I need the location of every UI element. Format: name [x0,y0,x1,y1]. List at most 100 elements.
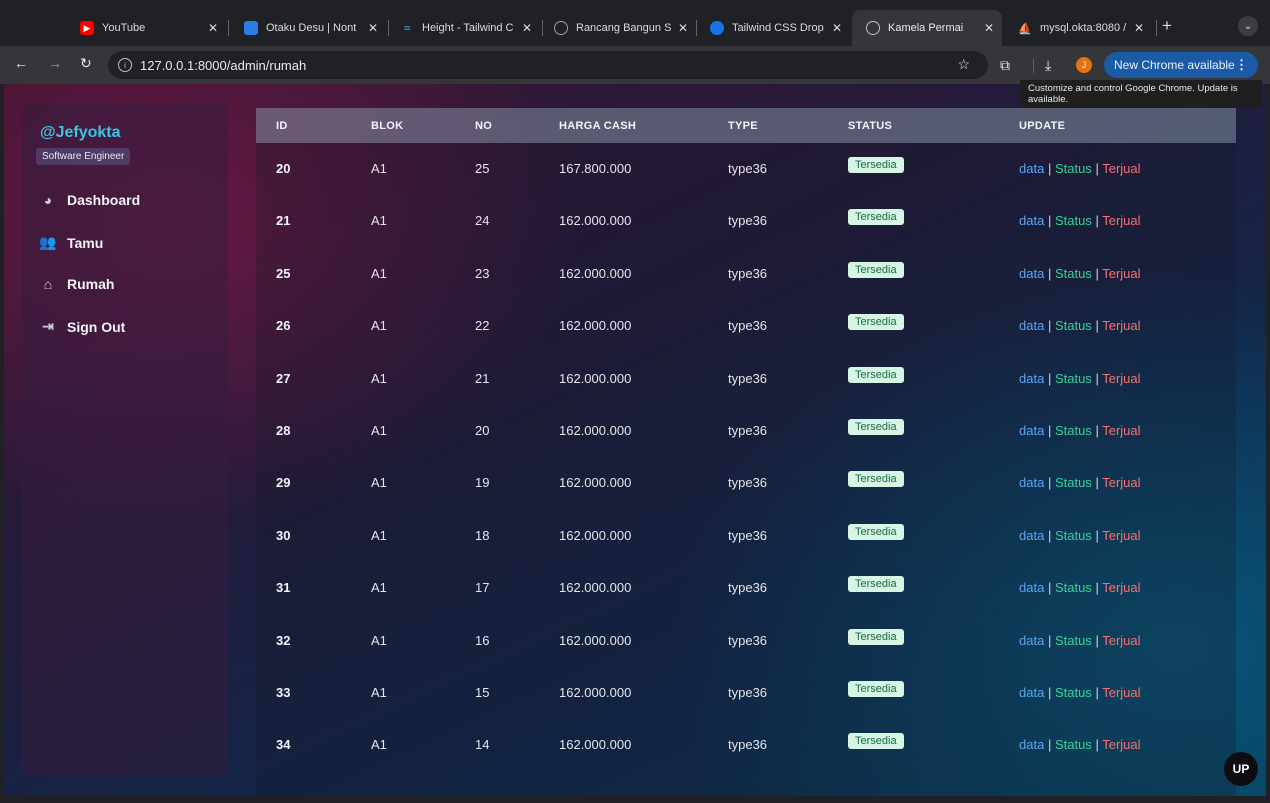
data-link[interactable]: data [1019,318,1044,333]
link-separator: | [1095,685,1099,700]
status-badge: Tersedia [848,733,904,750]
data-link[interactable]: data [1019,371,1044,386]
forward-arrow-icon[interactable]: → [48,55,62,71]
terjual-link[interactable]: Terjual [1102,371,1140,386]
new-tab-plus-icon[interactable]: + [1162,16,1172,36]
data-link[interactable]: data [1019,475,1044,490]
toolbar-divider [1033,59,1034,73]
close-icon[interactable]: ✕ [984,21,994,35]
back-arrow-icon[interactable]: ← [14,55,28,71]
terjual-link[interactable]: Terjual [1102,685,1140,700]
status-link[interactable]: Status [1055,318,1092,333]
status-link[interactable]: Status [1055,737,1092,752]
status-link[interactable]: Status [1055,633,1092,648]
status-link[interactable]: Status [1055,266,1092,281]
sign-out-icon: ⇥ [42,318,54,334]
terjual-link[interactable]: Terjual [1102,633,1140,648]
new-chrome-available-button[interactable]: New Chrome available ⋮ [1104,52,1258,78]
data-link[interactable]: data [1019,737,1044,752]
terjual-link[interactable]: Terjual [1102,737,1140,752]
data-link[interactable]: data [1019,633,1044,648]
status-link[interactable]: Status [1055,213,1092,228]
terjual-link[interactable]: Terjual [1102,423,1140,438]
status-link[interactable]: Status [1055,371,1092,386]
cell-blok: A1 [371,685,387,700]
tab-kamela-permai[interactable]: Kamela Permai ✕ [852,10,1002,46]
close-icon[interactable]: ✕ [1134,21,1144,35]
status-badge: Tersedia [848,471,904,488]
tab-title: Rancang Bangun S [576,22,672,34]
table-row: 30 A1 18 162.000.000 type36 Tersedia data | St… [256,510,1236,562]
terjual-link[interactable]: Terjual [1102,266,1140,281]
sidebar-item-dashboard[interactable]: ◕ Dashboard [38,192,140,208]
cell-harga-cash: 162.000.000 [559,475,632,491]
cell-blok: A1 [371,737,387,753]
cell-type: type36 [728,527,768,543]
cell-harga-cash: 162.000.000 [559,580,632,596]
kebab-menu-icon[interactable]: ⋮ [1235,57,1248,73]
tab-rancang-bangun[interactable]: Rancang Bangun S ✕ [540,10,696,46]
tab-youtube[interactable]: ▶ YouTube ✕ [66,10,226,46]
terjual-link[interactable]: Terjual [1102,475,1140,490]
terjual-link[interactable]: Terjual [1102,528,1140,543]
close-icon[interactable]: ✕ [368,21,378,35]
link-separator: | [1095,475,1099,491]
update-button-label: New Chrome available [1114,58,1235,72]
reload-icon[interactable]: ↻ [80,55,92,72]
status-link[interactable]: Status [1055,161,1092,176]
close-icon[interactable]: ✕ [522,21,532,35]
link-separator: | [1047,318,1052,334]
data-link[interactable]: data [1019,580,1044,595]
table-row: 29 A1 19 162.000.000 type36 Tersedia data | St… [256,457,1236,509]
link-separator: | [1095,737,1099,753]
download-icon[interactable]: ⤓ [1045,57,1051,74]
data-link[interactable]: data [1019,685,1044,700]
bookmark-star-icon[interactable]: ☆ [957,56,970,73]
site-info-icon[interactable]: i [118,58,132,72]
data-link[interactable]: data [1019,161,1044,176]
status-link[interactable]: Status [1055,423,1092,438]
cell-type: type36 [728,632,768,648]
extensions-puzzle-icon[interactable]: ⧉ [1000,57,1010,74]
data-link[interactable]: data [1019,423,1044,438]
status-badge: Tersedia [848,419,904,435]
data-link[interactable]: data [1019,266,1044,281]
status-link[interactable]: Status [1055,685,1092,700]
terjual-link[interactable]: Terjual [1102,161,1140,176]
profile-avatar[interactable]: J [1076,57,1092,73]
sidebar-item-rumah[interactable]: ⌂ Rumah [38,276,115,292]
tab-phpmyadmin[interactable]: ⛵ mysql.okta:8080 / ✕ [1004,10,1152,46]
tab-tailwind-dropdown[interactable]: Tailwind CSS Drop ✕ [696,10,850,46]
column-header-update: UPDATE [1019,120,1066,132]
terjual-link[interactable]: Terjual [1102,213,1140,228]
tab-height-tailwind[interactable]: ≈ Height - Tailwind C ✕ [386,10,540,46]
flowbite-icon [710,21,724,35]
cell-id: 31 [276,580,291,596]
scroll-up-button[interactable]: UP [1224,752,1258,786]
cell-blok: A1 [371,632,387,648]
home-icon: ⌂ [43,276,53,292]
close-icon[interactable]: ✕ [832,21,842,35]
sidebar-item-sign-out[interactable]: ⇥ Sign Out [38,318,125,335]
status-link[interactable]: Status [1055,528,1092,543]
tab-otaku-desu[interactable]: Otaku Desu | Nont ✕ [230,10,386,46]
brand-username[interactable]: @Jefyokta [40,124,121,142]
table-row: 28 A1 20 162.000.000 type36 Tersedia data | St… [256,405,1236,457]
status-link[interactable]: Status [1055,580,1092,595]
close-icon[interactable]: ✕ [208,21,218,35]
sidebar-item-tamu[interactable]: 👥 Tamu [38,234,103,251]
terjual-link[interactable]: Terjual [1102,318,1140,333]
cell-id: 30 [276,527,291,543]
cell-harga-cash: 162.000.000 [559,685,632,700]
data-link[interactable]: data [1019,528,1044,543]
cell-id: 25 [276,265,291,281]
data-link[interactable]: data [1019,213,1044,228]
cell-no: 16 [475,632,490,648]
close-icon[interactable]: ✕ [678,21,688,35]
terjual-link[interactable]: Terjual [1102,580,1140,595]
tab-search-chevron-icon[interactable]: ⌄ [1238,16,1258,36]
status-link[interactable]: Status [1055,475,1092,490]
table-row: 25 A1 23 162.000.000 type36 Tersedia data | St… [256,248,1236,300]
otaku-icon [244,21,258,35]
address-bar[interactable]: i 127.0.0.1:8000/admin/rumah ☆ [108,51,988,79]
